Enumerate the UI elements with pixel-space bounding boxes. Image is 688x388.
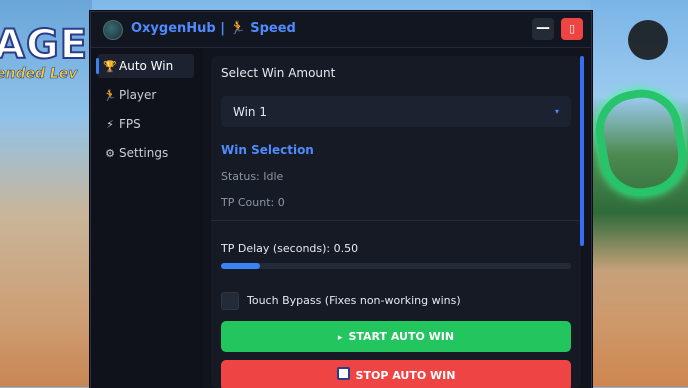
game-banner-subtitle: ended Lev xyxy=(0,66,78,83)
touch-bypass-label: Touch Bypass (Fixes non-working wins) xyxy=(247,294,461,307)
play-icon: ▸ xyxy=(337,333,343,343)
content-panel: Select Win Amount Win 1 ▾ Win Selection … xyxy=(211,56,581,388)
select-win-amount-label: Select Win Amount xyxy=(221,66,336,80)
status-text: Status: Idle xyxy=(221,170,284,183)
scrollbar[interactable] xyxy=(580,56,584,246)
stop-button-label: STOP AUTO WIN xyxy=(355,369,456,382)
sidebar: 🏆 Auto Win 🏃 Player ⚡ FPS ⚙ Settings xyxy=(91,48,203,388)
sidebar-item-settings[interactable]: ⚙ Settings xyxy=(97,141,194,165)
game-banner-title: AGE xyxy=(0,21,89,69)
lightning-icon: ⚡ xyxy=(106,118,114,131)
tp-delay-label: TP Delay (seconds): 0.50 xyxy=(221,242,359,255)
start-auto-win-button[interactable]: ▸ START AUTO WIN xyxy=(221,321,571,352)
slider-fill xyxy=(221,263,260,269)
close-button[interactable]: ▯ xyxy=(561,18,583,40)
sidebar-item-auto-win[interactable]: 🏆 Auto Win xyxy=(96,54,194,78)
app-logo-icon xyxy=(103,20,123,40)
tp-count-text: TP Count: 0 xyxy=(221,196,285,209)
window-title: OxygenHub | 🏃 Speed xyxy=(131,21,296,36)
title-bar[interactable]: OxygenHub | 🏃 Speed — ▯ xyxy=(91,12,591,48)
stop-icon xyxy=(336,367,350,380)
trophy-icon: 🏆 xyxy=(103,60,117,73)
dropdown-value: Win 1 xyxy=(233,105,267,119)
sidebar-item-label: Auto Win xyxy=(119,59,174,73)
hub-window: OxygenHub | 🏃 Speed — ▯ 🏆 Auto Win 🏃 Playe… xyxy=(90,11,592,388)
start-button-label: START AUTO WIN xyxy=(348,330,455,343)
win-amount-dropdown[interactable]: Win 1 ▾ xyxy=(221,96,571,127)
win-selection-heading: Win Selection xyxy=(221,143,314,157)
chevron-down-icon: ▾ xyxy=(554,107,559,116)
touch-bypass-checkbox[interactable] xyxy=(221,292,239,310)
sidebar-item-player[interactable]: 🏃 Player xyxy=(97,83,194,107)
gear-icon: ⚙ xyxy=(105,147,115,160)
minimize-button[interactable]: — xyxy=(532,18,554,40)
stop-auto-win-button[interactable]: STOP AUTO WIN xyxy=(221,360,571,388)
game-decoration xyxy=(628,20,668,60)
divider xyxy=(211,220,581,221)
sidebar-item-label: FPS xyxy=(119,117,141,131)
runner-icon: 🏃 xyxy=(103,89,117,102)
sidebar-item-label: Player xyxy=(119,88,157,102)
active-indicator xyxy=(96,58,99,74)
tp-delay-slider[interactable] xyxy=(221,263,571,269)
sidebar-item-fps[interactable]: ⚡ FPS xyxy=(97,112,194,136)
sidebar-item-label: Settings xyxy=(119,146,169,160)
